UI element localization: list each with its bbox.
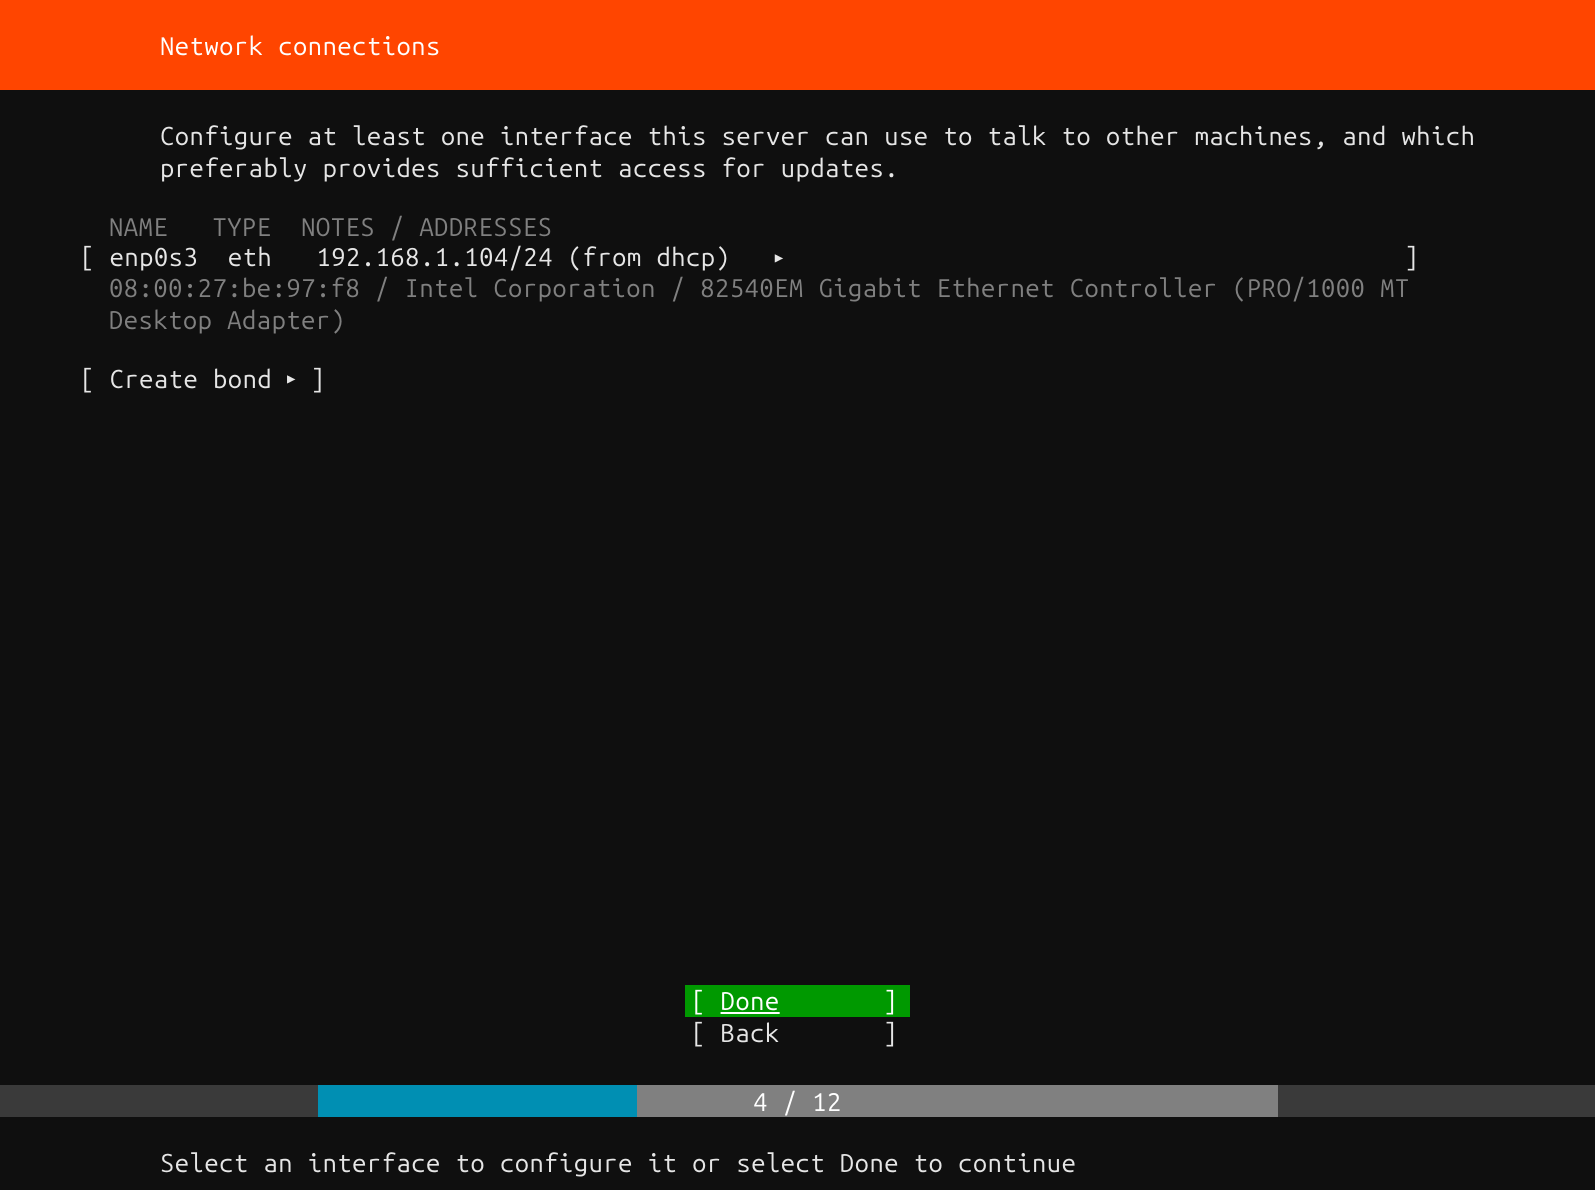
main-content: Configure at least one interface this se… — [0, 90, 1595, 393]
col-name: NAME — [109, 212, 168, 241]
description-text: Configure at least one interface this se… — [80, 120, 1515, 184]
progress-label: 4 / 12 — [753, 1087, 842, 1116]
interface-details: 08:00:27:be:97:f8 / Intel Corporation / … — [80, 272, 1515, 336]
interface-row[interactable]: [ enp0s3 eth 192.168.1.104/24 (from dhcp… — [80, 242, 1515, 271]
progress-bar: 4 / 12 — [0, 1085, 1595, 1117]
create-bond-label: Create bond — [110, 364, 273, 393]
done-button[interactable]: [ Done ] — [685, 985, 910, 1017]
create-bond-button[interactable]: [ Create bond ▶ ] — [80, 364, 1515, 393]
page-header: Network connections — [0, 0, 1595, 90]
done-label: Done — [721, 986, 780, 1015]
arrow-right-icon: ▶ — [287, 370, 296, 387]
action-buttons: [ Done ] [ Back ] — [0, 985, 1595, 1049]
iface-name: enp0s3 — [110, 242, 199, 271]
iface-notes: 192.168.1.104/24 (from dhcp) — [317, 242, 731, 271]
progress-inner: 4 / 12 — [318, 1085, 1278, 1117]
column-headers: NAME TYPE NOTES / ADDRESSES — [80, 212, 1515, 241]
col-notes: NOTES / ADDRESSES — [301, 212, 552, 241]
page-title: Network connections — [160, 31, 441, 60]
hint-text: Select an interface to configure it or s… — [160, 1148, 1076, 1177]
col-type: TYPE — [212, 212, 271, 241]
progress-fill — [318, 1085, 638, 1117]
arrow-right-icon: ▶ — [775, 249, 784, 266]
back-label: Back — [721, 1018, 780, 1047]
iface-type: eth — [228, 242, 272, 271]
back-button[interactable]: [ Back ] — [685, 1017, 910, 1049]
